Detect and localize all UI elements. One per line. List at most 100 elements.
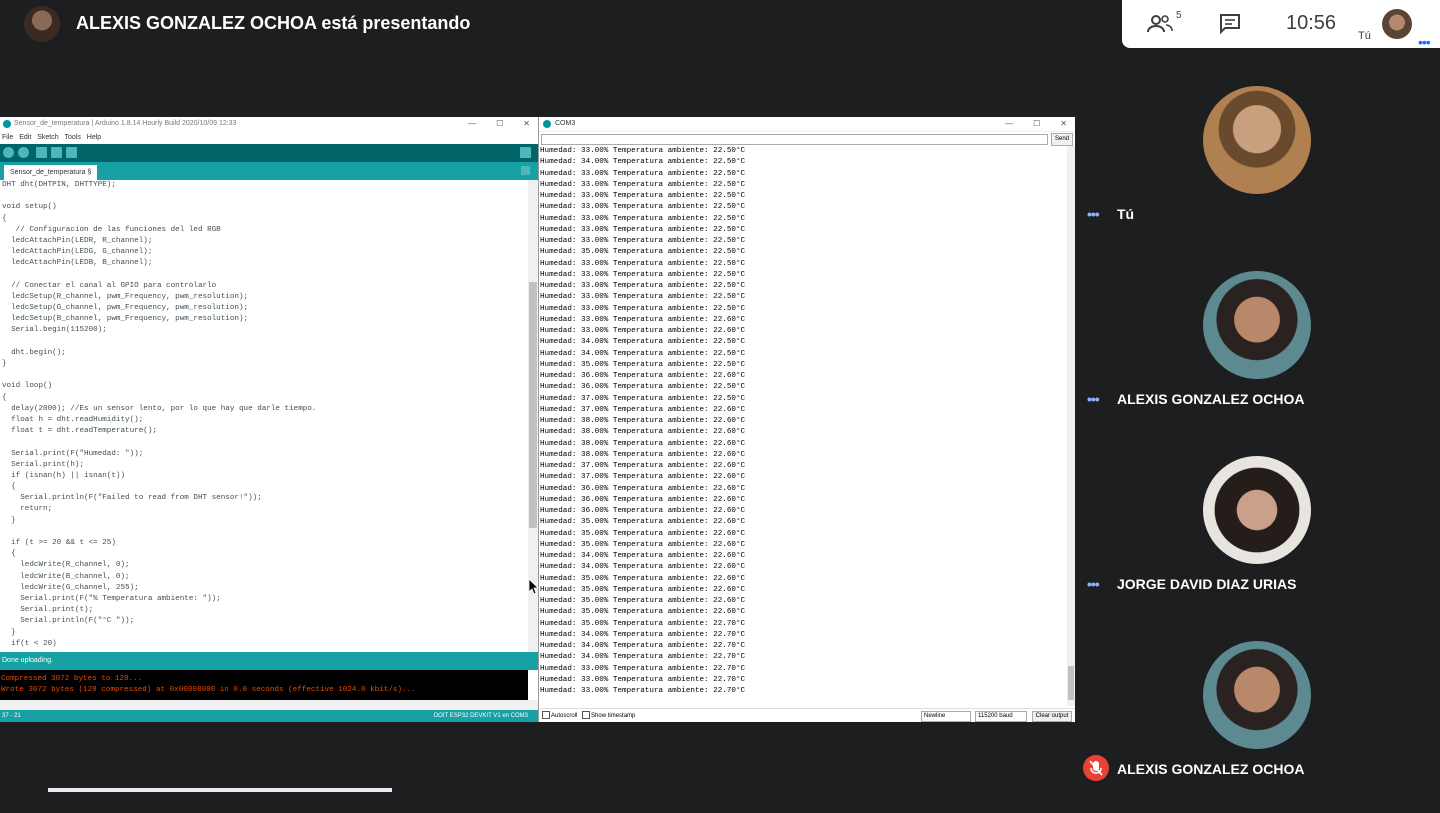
serial-line: Humedad: 34.00% Temperatura ambiente: 22… (540, 642, 746, 650)
code-line: float t = dht.readTemperature(); (2, 427, 157, 436)
arduino-icon (543, 120, 551, 128)
menu-help[interactable]: Help (87, 134, 101, 141)
maximize-icon[interactable]: ☐ (496, 119, 503, 128)
tab-sketch[interactable]: Sensor_de_temperatura § (4, 165, 98, 180)
autoscroll-label: Autoscroll (551, 713, 578, 719)
more-dots-icon[interactable]: ••• (1087, 206, 1100, 222)
send-button[interactable]: Send (1051, 133, 1073, 146)
code-line: { (2, 483, 16, 492)
clear-output-button[interactable]: Clear output (1032, 711, 1072, 722)
code-line: float h = dht.readHumidity(); (2, 415, 144, 424)
minimize-icon[interactable]: — (1005, 119, 1013, 128)
serial-line: Humedad: 38.00% Temperatura ambiente: 22… (540, 450, 746, 459)
participant-tile[interactable]: ALEXIS GONZALEZ OCHOA (1075, 633, 1440, 813)
participant-avatar (1203, 271, 1311, 379)
participant-tile[interactable]: ••• Tú (1075, 78, 1440, 258)
code-line: { (2, 393, 7, 402)
serial-line: Humedad: 37.00% Temperatura ambiente: 22… (540, 462, 746, 470)
tab-menu-icon[interactable] (521, 166, 530, 175)
menu-sketch[interactable]: Sketch (37, 134, 58, 141)
code-line: // Configuracion de las funciones del le… (2, 225, 221, 234)
presenter-avatar (24, 6, 60, 42)
line-ending-select[interactable]: Newline (921, 711, 971, 722)
serial-line: Humedad: 33.00% Temperatura ambiente: 22… (540, 675, 746, 684)
serial-line: Humedad: 33.00% Temperatura ambiente: 22… (540, 270, 746, 279)
ide-footer: 37 - 21 DOIT ESP32 DEVKIT V1 en COM3 (0, 710, 538, 722)
autoscroll-checkbox[interactable] (542, 711, 550, 720)
code-editor[interactable]: DHT dht(DHTPIN, DHTTYPE); void setup() { /… (0, 180, 528, 652)
serial-line: Humedad: 35.00% Temperatura ambiente: 22… (540, 540, 746, 549)
serial-monitor-window: COM3 — ☐ ✕ Send Humedad: 33.00% Temperatur… (539, 117, 1075, 722)
people-icon[interactable] (1146, 12, 1174, 36)
chat-icon[interactable] (1218, 12, 1242, 36)
participant-tile[interactable]: ••• JORGE DAVID DIAZ URIAS (1075, 448, 1440, 628)
serial-input[interactable] (541, 134, 1048, 145)
serial-line: Humedad: 33.00% Temperatura ambiente: 22… (540, 315, 746, 324)
verify-icon[interactable] (3, 147, 14, 158)
console-scrollbar[interactable] (0, 700, 538, 710)
meet-controls: 5 10:56 Tú ••• (1122, 0, 1440, 50)
timestamp-label: Show timestamp (591, 713, 636, 719)
code-line: } (2, 516, 16, 525)
timestamp-checkbox[interactable] (582, 711, 591, 720)
serial-line: Humedad: 36.00% Temperatura ambiente: 22… (540, 372, 746, 380)
ide-toolbar (0, 144, 538, 162)
menu-tools[interactable]: Tools (64, 134, 80, 141)
scroll-thumb[interactable] (529, 282, 537, 528)
serial-line: Humedad: 33.00% Temperatura ambiente: 22… (540, 293, 746, 302)
serial-line: Humedad: 34.00% Temperatura ambiente: 22… (540, 349, 746, 358)
serial-line: Humedad: 36.00% Temperatura ambiente: 22… (540, 383, 746, 392)
serial-monitor-icon[interactable] (520, 147, 531, 158)
more-dots-icon[interactable]: ••• (1087, 391, 1100, 407)
serial-line: Humedad: 33.00% Temperatura ambiente: 22… (540, 225, 746, 234)
serial-scrollbar[interactable] (1067, 146, 1075, 706)
presenter-title: ALEXIS GONZALEZ OCHOA está presentando (76, 13, 471, 33)
minimize-icon[interactable]: — (468, 119, 476, 128)
serial-line: Humedad: 37.00% Temperatura ambiente: 22… (540, 405, 746, 414)
serial-line: Humedad: 34.00% Temperatura ambiente: 22… (540, 338, 746, 347)
serial-title: COM3 (555, 120, 576, 127)
participant-avatar (1203, 86, 1311, 194)
close-icon[interactable]: ✕ (1060, 119, 1067, 128)
serial-line: Humedad: 35.00% Temperatura ambiente: 22… (540, 585, 746, 594)
menu-file[interactable]: File (2, 134, 13, 141)
participant-tile[interactable]: ••• ALEXIS GONZALEZ OCHOA (1075, 263, 1440, 443)
serial-line: Humedad: 33.00% Temperatura ambiente: 22… (540, 214, 746, 223)
serial-line: Humedad: 33.00% Temperatura ambiente: 22… (540, 169, 746, 178)
code-line: DHT dht(DHTPIN, DHTTYPE); (2, 181, 116, 189)
serial-line: Humedad: 33.00% Temperatura ambiente: 22… (540, 180, 746, 189)
serial-line: Humedad: 33.00% Temperatura ambiente: 22… (540, 147, 746, 155)
self-avatar[interactable] (1382, 9, 1412, 39)
open-icon[interactable] (51, 147, 62, 158)
scroll-thumb[interactable] (1068, 666, 1074, 700)
serial-line: Humedad: 35.00% Temperatura ambiente: 22… (540, 574, 746, 583)
window-buttons: — ☐ ✕ (985, 117, 1067, 131)
menu-edit[interactable]: Edit (19, 134, 31, 141)
new-icon[interactable] (36, 147, 47, 158)
save-icon[interactable] (66, 147, 77, 158)
more-dots-icon[interactable]: ••• (1087, 576, 1100, 592)
serial-output: Humedad: 33.00% Temperatura ambiente: 22… (539, 146, 1069, 706)
serial-line: Humedad: 35.00% Temperatura ambiente: 22… (540, 518, 746, 527)
code-line: Serial.println(F("Failed to read from DH… (2, 494, 262, 503)
window-buttons: — ☐ ✕ (448, 117, 530, 131)
code-line: delay(2000); //Es un sensor lento, por l… (2, 404, 317, 413)
maximize-icon[interactable]: ☐ (1033, 119, 1040, 128)
serial-line: Humedad: 33.00% Temperatura ambiente: 22… (540, 259, 746, 268)
serial-line: Humedad: 35.00% Temperatura ambiente: 22… (540, 597, 746, 605)
code-line: ledcSetup(G_channel, pwm_Frequency, pwm_… (2, 304, 249, 313)
ide-title-bar: Sensor_de_temperatura | Arduino 1.8.14 H… (0, 117, 538, 131)
baud-select[interactable]: 115200 baud (975, 711, 1027, 722)
serial-line: Humedad: 34.00% Temperatura ambiente: 22… (540, 653, 746, 662)
serial-line: Humedad: 33.00% Temperatura ambiente: 22… (540, 203, 746, 212)
close-icon[interactable]: ✕ (523, 119, 530, 128)
serial-line: Humedad: 33.00% Temperatura ambiente: 22… (540, 237, 746, 245)
console-line: Compressed 3072 bytes to 128... (1, 675, 143, 683)
serial-line: Humedad: 36.00% Temperatura ambiente: 22… (540, 484, 746, 493)
upload-icon[interactable] (18, 147, 29, 158)
code-line: Serial.println(F("°C ")); (2, 617, 135, 626)
